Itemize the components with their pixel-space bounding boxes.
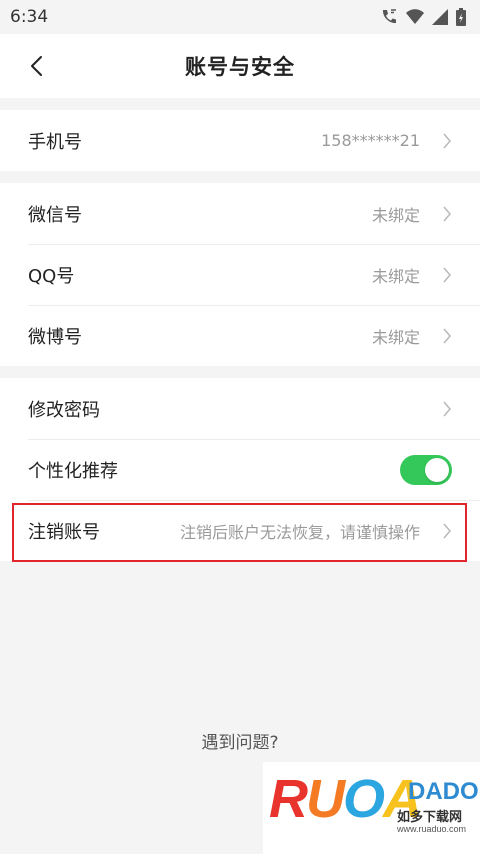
battery-icon (456, 8, 466, 26)
change-password-row[interactable]: 修改密码 (0, 378, 480, 439)
cancel-account-row[interactable]: 注销账号 注销后账户无法恢复，请谨慎操作 (0, 500, 480, 561)
wechat-value: 未绑定 (371, 205, 420, 225)
qq-value: 未绑定 (371, 266, 420, 286)
status-bar: 6:34 (0, 0, 480, 34)
qq-label: QQ号 (28, 265, 75, 287)
cancel-account-hint: 注销后账户无法恢复，请谨慎操作 (179, 522, 420, 542)
change-password-label: 修改密码 (28, 399, 100, 421)
weibo-label: 微博号 (28, 326, 82, 348)
status-icons (380, 8, 466, 26)
cancel-account-label: 注销账号 (28, 521, 100, 543)
weibo-value: 未绑定 (371, 327, 420, 347)
section-divider (0, 98, 480, 110)
watermark-cn: 如多下载网 (397, 810, 463, 825)
page-title: 账号与安全 (185, 55, 295, 79)
social-group: 微信号 未绑定 QQ号 未绑定 微博号 未绑定 (0, 183, 480, 366)
wifi-icon (406, 9, 424, 25)
phone-value: 158******21 (321, 131, 420, 150)
watermark-logo: RUOA DADO 如多下载网 www.ruaduo.com (263, 762, 480, 854)
phone-row[interactable]: 手机号 158******21 (0, 110, 480, 171)
qq-row[interactable]: QQ号 未绑定 (0, 244, 480, 305)
toggle-knob (425, 457, 449, 482)
chevron-right-icon (430, 400, 452, 418)
status-time: 6:34 (10, 7, 49, 27)
chevron-right-icon (430, 132, 452, 150)
nav-bar: 账号与安全 (0, 34, 480, 98)
chevron-right-icon (430, 266, 452, 284)
personalized-recommend-row: 个性化推荐 (0, 439, 480, 500)
back-button[interactable] (14, 34, 58, 98)
call-icon (380, 8, 398, 26)
phone-group: 手机号 158******21 (0, 110, 480, 171)
help-link[interactable]: 遇到问题? (0, 728, 480, 753)
chevron-right-icon (430, 522, 452, 540)
chevron-right-icon (430, 327, 452, 345)
phone-label: 手机号 (28, 131, 82, 153)
personalized-recommend-toggle[interactable] (400, 454, 452, 485)
section-divider (0, 366, 480, 378)
watermark-url: www.ruaduo.com (397, 824, 467, 834)
weibo-row[interactable]: 微博号 未绑定 (0, 305, 480, 366)
section-divider (0, 171, 480, 183)
signal-icon (432, 9, 448, 25)
security-group: 修改密码 个性化推荐 注销账号 注销后账户无法恢复，请谨慎操作 (0, 378, 480, 561)
watermark-brand: DADO (408, 778, 479, 805)
personalized-recommend-label: 个性化推荐 (28, 460, 118, 482)
wechat-label: 微信号 (28, 204, 82, 226)
back-arrow-icon (31, 56, 42, 76)
wechat-row[interactable]: 微信号 未绑定 (0, 183, 480, 244)
chevron-right-icon (430, 205, 452, 223)
